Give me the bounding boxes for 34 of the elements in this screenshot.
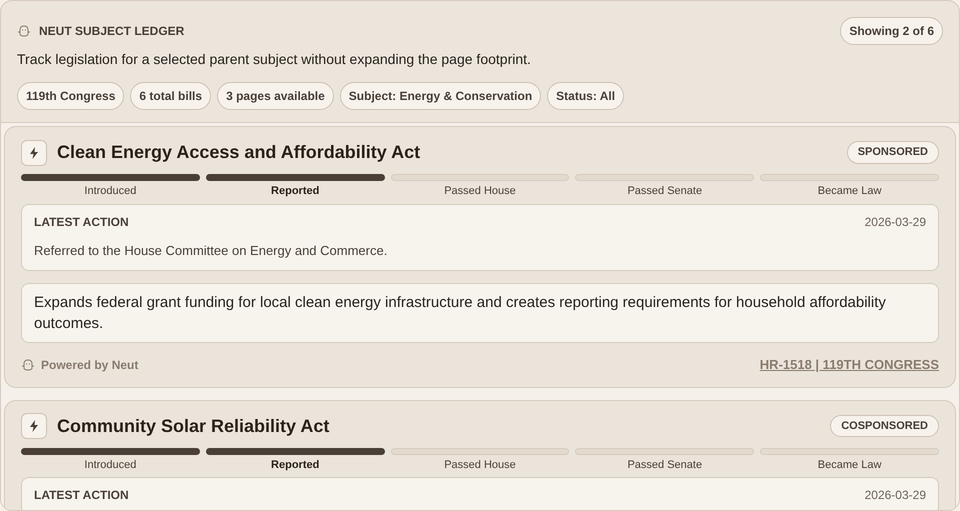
- mascot-icon: [21, 358, 35, 371]
- bolt-icon: [21, 413, 47, 439]
- stage-label: Passed Senate: [627, 458, 702, 472]
- bill-reference-link[interactable]: HR-1518 | 119TH CONGRESS: [760, 355, 939, 374]
- filter-chip: 119th Congress: [17, 82, 124, 110]
- action-date: 2026-03-29: [864, 487, 926, 504]
- description-text: Track legislation for a selected parent subject without expanding the page footprint.: [17, 50, 532, 69]
- stage-label: Became Law: [818, 458, 882, 472]
- filter-chip: Status: All: [547, 82, 624, 110]
- filter-chip: Subject: Energy & Conservation: [340, 82, 542, 110]
- stage-label: Passed Senate: [627, 184, 702, 199]
- filter-chip: 6 total bills: [130, 82, 212, 110]
- stage-label: Introduced: [84, 458, 136, 472]
- stage-label: Reported: [271, 458, 320, 472]
- bill-title: Clean Energy Access and Affordability Act: [57, 141, 422, 164]
- powered-by-text: Powered by Neut: [41, 356, 138, 374]
- section-label: LATEST ACTION: [34, 214, 129, 230]
- section-label: LATEST ACTION: [34, 487, 129, 504]
- stage-label: Introduced: [84, 184, 136, 199]
- filter-chip: 3 pages available: [217, 82, 334, 110]
- bill-title: Community Solar Reliability Act: [57, 414, 330, 438]
- action-text: Referred to the House Committee on Energy and Commerce.: [34, 242, 388, 260]
- sponsor-badge: SPONSORED: [846, 141, 939, 164]
- app-title: NEUT SUBJECT LEDGER: [39, 23, 184, 40]
- stage-label: Reported: [271, 184, 320, 199]
- sponsor-badge: COSPONSORED: [830, 414, 939, 438]
- count-badge: Showing 2 of 6: [840, 17, 943, 45]
- bolt-icon: [21, 140, 47, 166]
- mascot-icon: [17, 25, 31, 37]
- stage-label: Became Law: [818, 184, 882, 199]
- stage-label: Passed House: [444, 458, 516, 472]
- bill-summary: Expands federal grant funding for local clean energy infrastructure and creates reporting requirements for household affordability outcomes.: [21, 283, 939, 343]
- action-date: 2026-03-29: [864, 214, 926, 230]
- stage-label: Passed House: [444, 184, 516, 199]
